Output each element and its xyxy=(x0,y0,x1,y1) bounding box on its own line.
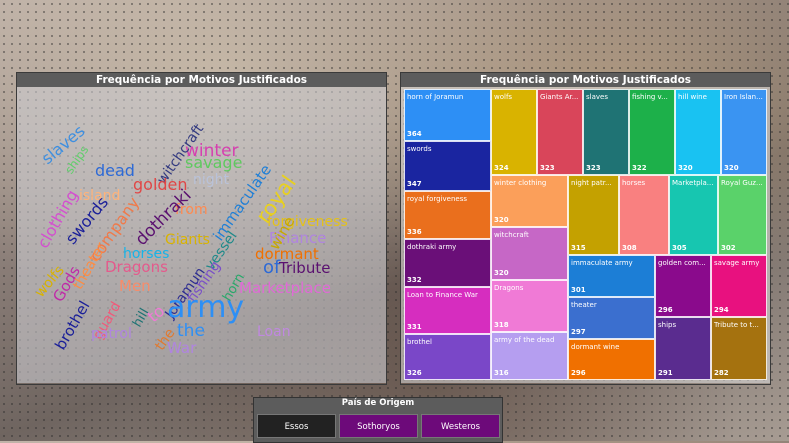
wordcloud-body: winter slaves ships dead witchcraft sava… xyxy=(17,87,386,383)
treemap-tile[interactable]: dormant wine 296 xyxy=(568,339,655,380)
slicer-title: País de Origem xyxy=(341,398,415,408)
treemap-tile[interactable]: witchcraft 320 xyxy=(491,227,568,280)
treemap-tile[interactable]: horses 308 xyxy=(619,175,669,255)
treemap-tile[interactable]: Royal Guz... 302 xyxy=(718,175,767,255)
treemap-tile[interactable]: savage army 294 xyxy=(711,255,767,317)
treemap-tile[interactable]: horn of Joramun 364 xyxy=(404,89,491,141)
country-of-origin-slicer: País de Origem Essos Sothoryos Westeros xyxy=(253,397,503,443)
treemap-tile[interactable]: army of the dead 316 xyxy=(491,332,568,380)
treemap-title: Frequência por Motivos Justificados xyxy=(401,73,770,87)
slicer-option-essos[interactable]: Essos xyxy=(257,414,336,438)
treemap-tile[interactable]: Dragons 318 xyxy=(491,280,568,332)
word[interactable]: dead xyxy=(95,163,135,179)
treemap-tile[interactable]: royal forgiveness 336 xyxy=(404,191,491,239)
word[interactable]: Tribute xyxy=(279,261,330,276)
word[interactable]: of xyxy=(263,259,280,277)
slicer-option-sothoryos[interactable]: Sothoryos xyxy=(339,414,418,438)
treemap-tile[interactable]: swords 347 xyxy=(404,141,491,191)
treemap-tile[interactable]: Marketpla... 305 xyxy=(669,175,718,255)
word[interactable]: the xyxy=(177,323,205,340)
word[interactable]: to xyxy=(144,301,169,326)
word[interactable]: night xyxy=(193,173,229,187)
word[interactable]: Loan xyxy=(257,325,291,339)
treemap-body: horn of Joramun 364 wolfs 324 Giants Ar...… xyxy=(401,87,770,383)
word[interactable]: theater xyxy=(70,240,110,293)
treemap-tile[interactable]: fishing v... 322 xyxy=(629,89,675,175)
word[interactable]: Marketplace xyxy=(239,281,331,296)
treemap-tile[interactable]: slaves 323 xyxy=(583,89,629,175)
treemap-tile[interactable]: wolfs 324 xyxy=(491,89,537,175)
treemap-tile[interactable]: Iron Islan... 320 xyxy=(721,89,767,175)
treemap-tile[interactable]: night patr... 315 xyxy=(568,175,619,255)
treemap-tile[interactable]: Tribute to t... 282 xyxy=(711,317,767,380)
word[interactable]: patrol xyxy=(91,327,132,341)
word[interactable]: Men xyxy=(119,279,151,294)
slicer-option-westeros[interactable]: Westeros xyxy=(421,414,500,438)
word[interactable]: army xyxy=(167,293,244,323)
word[interactable]: Dragons xyxy=(105,260,168,275)
treemap-tile[interactable]: brothel 326 xyxy=(404,334,491,380)
treemap-tile[interactable]: dothraki army 332 xyxy=(404,239,491,287)
treemap-tile[interactable]: Loan to Finance War 331 xyxy=(404,287,491,334)
treemap-tile[interactable]: hill wine 320 xyxy=(675,89,721,175)
treemap-panel[interactable]: Frequência por Motivos Justificados horn… xyxy=(400,72,771,385)
wordcloud-panel[interactable]: Frequência por Motivos Justificados wint… xyxy=(16,72,387,385)
word[interactable]: Giants xyxy=(165,233,210,247)
treemap-tile[interactable]: golden com... 296 xyxy=(655,255,711,317)
treemap-tile[interactable]: ships 291 xyxy=(655,317,711,380)
word[interactable]: savage xyxy=(185,155,242,171)
wordcloud-title: Frequência por Motivos Justificados xyxy=(17,73,386,87)
treemap-tile[interactable]: winter clothing 320 xyxy=(491,175,568,227)
treemap-tile[interactable]: immaculate army 301 xyxy=(568,255,655,297)
treemap-tile[interactable]: theater 297 xyxy=(568,297,655,339)
treemap-tile[interactable]: Giants Ar... 323 xyxy=(537,89,583,175)
word[interactable]: brothel xyxy=(51,298,93,353)
